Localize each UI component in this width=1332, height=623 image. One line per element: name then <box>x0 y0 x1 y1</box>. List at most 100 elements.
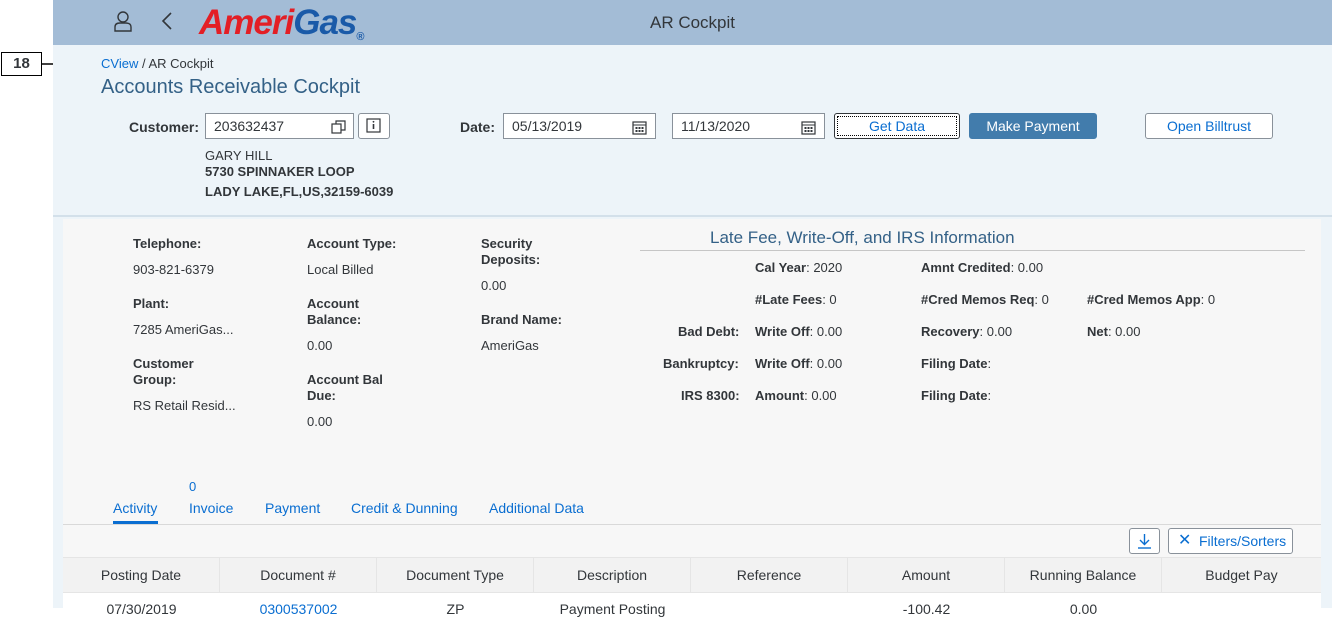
plant-label: Plant: <box>133 296 170 311</box>
get-data-button[interactable]: Get Data <box>834 113 960 139</box>
info-icon[interactable] <box>358 113 390 139</box>
security-deposits-label-1: Security <box>481 236 533 251</box>
cal-year-label: Cal Year <box>755 260 807 275</box>
customer-name: GARY HILL <box>205 148 273 163</box>
column-amount[interactable]: Amount <box>848 558 1005 594</box>
security-deposits-value: 0.00 <box>481 278 507 293</box>
make-payment-button[interactable]: Make Payment <box>969 113 1097 139</box>
cal-year-value: : 2020 <box>806 260 843 275</box>
account-type-label: Account Type: <box>307 236 397 251</box>
column-posting-date[interactable]: Posting Date <box>63 558 220 594</box>
late-fees-label: #Late Fees <box>755 292 823 307</box>
page-title: Accounts Receivable Cockpit <box>101 76 361 98</box>
calendar-icon[interactable] <box>632 118 647 142</box>
tab-credit-dunning[interactable]: Credit & Dunning <box>351 500 458 516</box>
annotation-number: 18 <box>13 55 30 72</box>
bad-debt-label: Bad Debt: <box>678 324 740 339</box>
plant-value: 7285 AmeriGas... <box>133 322 234 337</box>
late-fee-title: Late Fee, Write-Off, and IRS Information <box>710 228 1015 247</box>
open-billtrust-button[interactable]: Open Billtrust <box>1145 113 1273 139</box>
irs-amount-row: Amount: 0.00 <box>755 388 837 403</box>
download-button[interactable] <box>1129 528 1160 554</box>
calendar-icon[interactable] <box>801 118 816 142</box>
bad-debt-writeoff-label: Write Off <box>755 324 810 339</box>
cell-document-number[interactable]: 0300537002 <box>220 601 377 617</box>
late-fees-value: : 0 <box>822 292 837 307</box>
column-document-number[interactable]: Document # <box>220 558 377 594</box>
cred-memos-app-value: : 0 <box>1200 292 1216 307</box>
bankruptcy-label: Bankruptcy: <box>663 356 739 371</box>
late-fee-divider <box>640 250 1305 251</box>
column-reference[interactable]: Reference <box>691 558 848 594</box>
close-icon: ✕ <box>1178 532 1192 549</box>
filters-sorters-button[interactable]: ✕ Filters/Sorters <box>1168 528 1293 554</box>
tab-payment[interactable]: Payment <box>265 500 320 516</box>
amerigas-logo[interactable]: AmeriGas® <box>199 3 365 43</box>
account-type-value: Local Billed <box>307 262 374 277</box>
late-fees-row: #Late Fees: 0 <box>755 292 837 307</box>
filing-date-row-2: Filing Date: <box>921 388 991 403</box>
table-header: Posting Date Document # Document Type De… <box>63 557 1321 594</box>
column-description[interactable]: Description <box>534 558 691 594</box>
amnt-credited-row: Amnt Credited: 0.00 <box>921 260 1043 275</box>
breadcrumb-link-cview[interactable]: CView <box>101 56 138 71</box>
back-icon[interactable] <box>155 10 179 34</box>
cred-memos-req-label: #Cred Memos Req <box>921 292 1035 307</box>
user-icon[interactable] <box>111 10 135 34</box>
net-value: : 0.00 <box>1107 324 1141 339</box>
invoice-count: 0 <box>189 479 197 494</box>
security-deposits-label-2: Deposits: <box>481 252 541 267</box>
bankruptcy-writeoff-label: Write Off <box>755 356 810 371</box>
date-to-input[interactable]: 11/13/2020 <box>672 113 825 139</box>
filters-sorters-label: Filters/Sorters <box>1199 533 1287 549</box>
amnt-credited-value: : 0.00 <box>1010 260 1044 275</box>
customer-group-value: RS Retail Resid... <box>133 398 236 413</box>
column-document-type[interactable]: Document Type <box>377 558 534 594</box>
bankruptcy-writeoff-value: : 0.00 <box>809 356 843 371</box>
breadcrumb: CView / AR Cockpit <box>101 56 214 71</box>
customer-group-label-2: Group: <box>133 372 177 387</box>
logo-ameri: Ameri <box>199 3 294 42</box>
recovery-label: Recovery <box>921 324 980 339</box>
bankruptcy-writeoff-row: Write Off: 0.00 <box>755 356 842 371</box>
filing-date-value-1: : <box>987 356 992 371</box>
tab-activity[interactable]: Activity <box>113 500 157 516</box>
irs-amount-value: : 0.00 <box>804 388 837 403</box>
annotation-box: 18 <box>1 52 42 76</box>
account-balance-label-1: Account <box>307 296 359 311</box>
column-budget-pay[interactable]: Budget Pay <box>1162 558 1321 594</box>
bad-debt-writeoff-value: : 0.00 <box>809 324 843 339</box>
date-from-input[interactable]: 05/13/2019 <box>503 113 656 139</box>
table-row[interactable]: 07/30/2019 0300537002 ZP Payment Posting… <box>63 593 1321 623</box>
account-bal-due-value: 0.00 <box>307 414 333 429</box>
column-running-balance[interactable]: Running Balance <box>1005 558 1162 594</box>
cal-year-row: Cal Year: 2020 <box>755 260 842 275</box>
shell-bar: AR Cockpit AmeriGas® <box>53 0 1332 45</box>
cell-running-balance: 0.00 <box>1069 601 1098 617</box>
download-icon <box>1138 534 1151 549</box>
brand-name-label: Brand Name: <box>481 312 562 327</box>
customer-group-label-1: Customer <box>133 356 194 371</box>
cell-posting-date: 07/30/2019 <box>106 601 177 617</box>
account-balance-value: 0.00 <box>307 338 333 353</box>
breadcrumb-separator: / <box>138 56 149 71</box>
bad-debt-writeoff-row: Write Off: 0.00 <box>755 324 842 339</box>
tab-additional-data[interactable]: Additional Data <box>489 500 584 516</box>
cell-document-type: ZP <box>446 601 465 617</box>
filing-date-row-1: Filing Date: <box>921 356 991 371</box>
value-help-icon[interactable] <box>331 118 347 142</box>
cred-memos-app-label: #Cred Memos App <box>1087 292 1201 307</box>
customer-street: 5730 SPINNAKER LOOP <box>205 164 355 179</box>
tab-invoice[interactable]: Invoice <box>189 500 233 516</box>
date-from-value: 05/13/2019 <box>512 118 583 134</box>
customer-input[interactable]: 203632437 <box>205 113 354 139</box>
recovery-row: Recovery: 0.00 <box>921 324 1012 339</box>
customer-label: Customer: <box>129 119 200 135</box>
logo-gas: Gas <box>293 3 357 42</box>
telephone-value: 903-821-6379 <box>133 262 214 277</box>
customer-value: 203632437 <box>214 118 285 134</box>
customer-city: LADY LAKE,FL,US,32159-6039 <box>205 184 394 199</box>
logo-registered: ® <box>356 31 364 43</box>
account-bal-due-label-2: Due: <box>307 388 336 403</box>
irs-amount-label: Amount <box>755 388 805 403</box>
